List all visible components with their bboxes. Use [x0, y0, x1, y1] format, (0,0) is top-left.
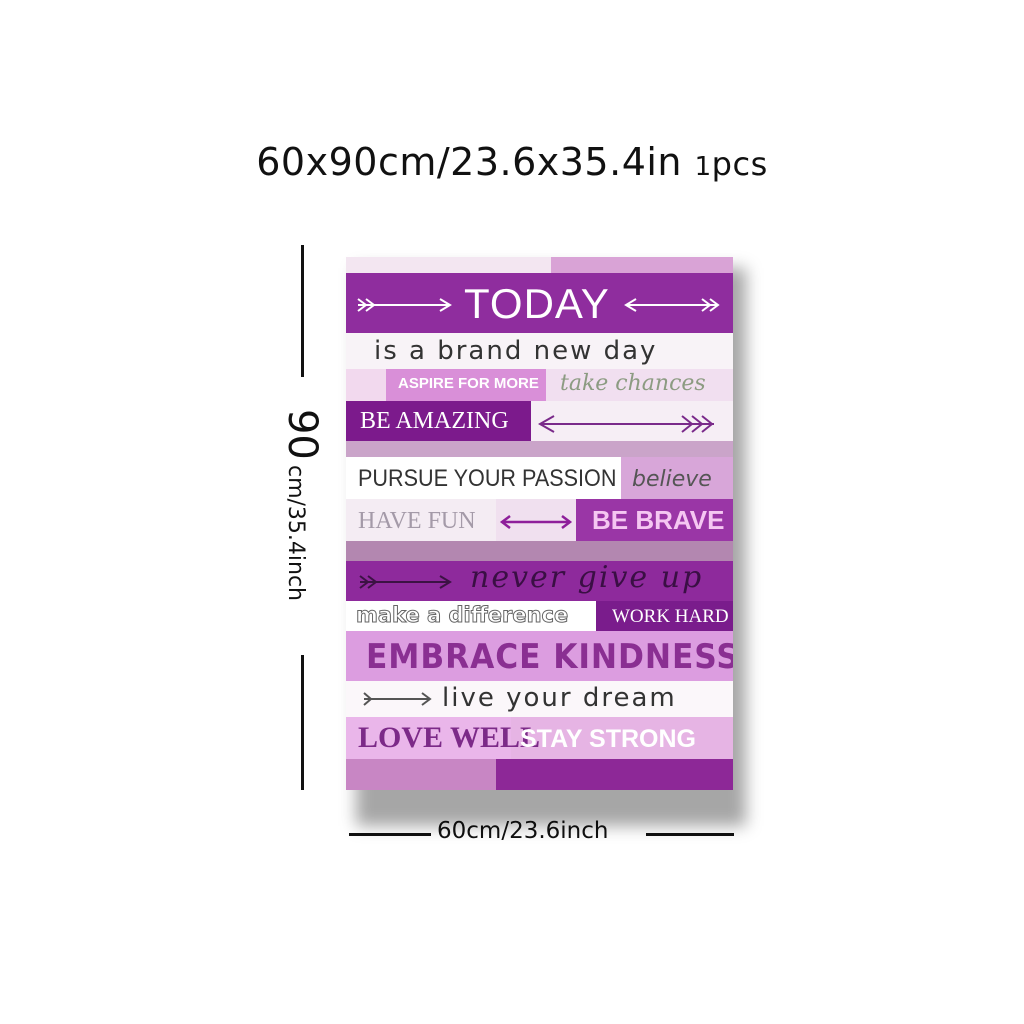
poster-canvas: TODAY is a brand new day ASPIRE FOR MORE…: [346, 257, 733, 790]
poster-text-work-hard: WORK HARD: [612, 606, 729, 627]
double-arrow-icon: [499, 515, 573, 529]
size-text: 60x90cm/23.6x35.4in: [256, 140, 683, 184]
arrow-right-icon: [359, 575, 452, 589]
poster-text-aspire: ASPIRE FOR MORE: [398, 375, 539, 392]
arrow-right-icon: [363, 692, 432, 706]
height-dimension-label: 90 cm/35.4inch: [279, 408, 325, 602]
poster-text-today: TODAY: [464, 280, 610, 327]
poster-text-make-difference: make a difference: [355, 603, 569, 627]
poster-text-love-well: LOVE WELL: [358, 721, 541, 754]
arrow-left-icon: [537, 415, 714, 433]
height-dimension-line-bottom: [301, 655, 304, 790]
width-dimension-line-right: [646, 833, 734, 836]
poster-text-stay-strong: STAY STRONG: [520, 725, 696, 753]
product-size-title: 60x90cm/23.6x35.4in 1pcs: [0, 140, 1024, 184]
poster-text-live-dream: live your dream: [442, 683, 677, 713]
height-dimension-line-top: [301, 245, 304, 377]
poster-text-be-brave: BE BRAVE: [592, 505, 725, 535]
poster-text-brand-new-day: is a brand new day: [374, 336, 658, 366]
poster-text-have-fun: HAVE FUN: [358, 508, 476, 534]
poster-text-pursue: PURSUE YOUR PASSION: [358, 465, 617, 492]
quantity-text: 1pcs: [694, 145, 768, 183]
poster-text-never-give-up: never give up: [470, 560, 704, 595]
poster-text-be-amazing: BE AMAZING: [360, 408, 509, 434]
poster-text-embrace: EMBRACE KINDNESS: [366, 637, 733, 677]
arrow-left-icon: [624, 298, 720, 312]
poster-text-take-chances: take chances: [560, 371, 706, 396]
width-dimension-line-left: [349, 833, 431, 836]
arrow-right-icon: [357, 298, 452, 312]
poster-text-believe: believe: [632, 467, 712, 492]
